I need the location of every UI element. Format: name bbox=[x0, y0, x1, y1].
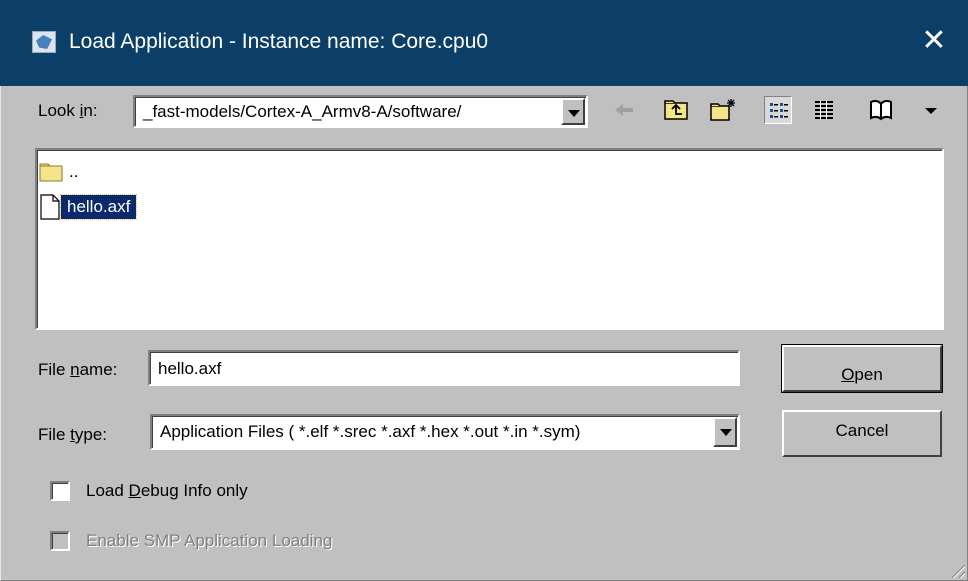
up-folder-icon[interactable] bbox=[662, 96, 690, 124]
details-view-icon[interactable] bbox=[810, 96, 838, 124]
file-type-value: Application Files ( *.elf *.srec *.axf *… bbox=[160, 422, 581, 441]
bookmarks-icon[interactable] bbox=[867, 96, 895, 124]
new-folder-icon[interactable] bbox=[709, 96, 737, 124]
list-item-label: hello.axf bbox=[59, 194, 138, 220]
file-name-label: File name: bbox=[38, 360, 118, 379]
open-button[interactable]: Open bbox=[781, 344, 943, 393]
load-debug-info-checkbox[interactable] bbox=[50, 481, 70, 501]
window-title: Load Application - Instance name: Core.c… bbox=[69, 30, 489, 53]
file-name-input[interactable]: hello.axf bbox=[148, 350, 740, 386]
file-type-label: File type: bbox=[38, 425, 107, 444]
app-icon bbox=[32, 31, 56, 53]
file-type-combo[interactable]: Application Files ( *.elf *.srec *.axf *… bbox=[150, 414, 740, 450]
load-debug-info-label[interactable]: Load Debug Info only bbox=[86, 481, 248, 501]
close-button[interactable]: ✕ bbox=[914, 24, 954, 60]
list-item-parent[interactable]: .. bbox=[39, 155, 84, 189]
back-icon[interactable] bbox=[611, 96, 639, 124]
dropdown-arrow-icon[interactable] bbox=[917, 96, 945, 124]
file-icon bbox=[40, 194, 60, 220]
folder-icon bbox=[39, 163, 63, 182]
look-in-combo[interactable]: _fast-models/Cortex-A_Armv8-A/software/ bbox=[133, 95, 588, 128]
look-in-value: _fast-models/Cortex-A_Armv8-A/software/ bbox=[143, 102, 462, 121]
look-in-label: Look in: bbox=[38, 101, 98, 120]
file-name-value: hello.axf bbox=[158, 359, 222, 378]
file-list[interactable]: .. hello.axf bbox=[35, 148, 944, 330]
look-in-dropdown-button[interactable] bbox=[561, 98, 585, 125]
list-item-hello-axf[interactable]: hello.axf bbox=[39, 190, 138, 224]
enable-smp-checkbox bbox=[50, 531, 70, 551]
title-bar: Load Application - Instance name: Core.c… bbox=[0, 0, 968, 86]
enable-smp-label: Enable SMP Application Loading bbox=[86, 531, 333, 550]
file-type-dropdown-button[interactable] bbox=[713, 417, 737, 447]
list-item-label: .. bbox=[69, 162, 79, 181]
list-view-icon[interactable] bbox=[764, 96, 792, 124]
cancel-button[interactable]: Cancel bbox=[782, 410, 942, 457]
